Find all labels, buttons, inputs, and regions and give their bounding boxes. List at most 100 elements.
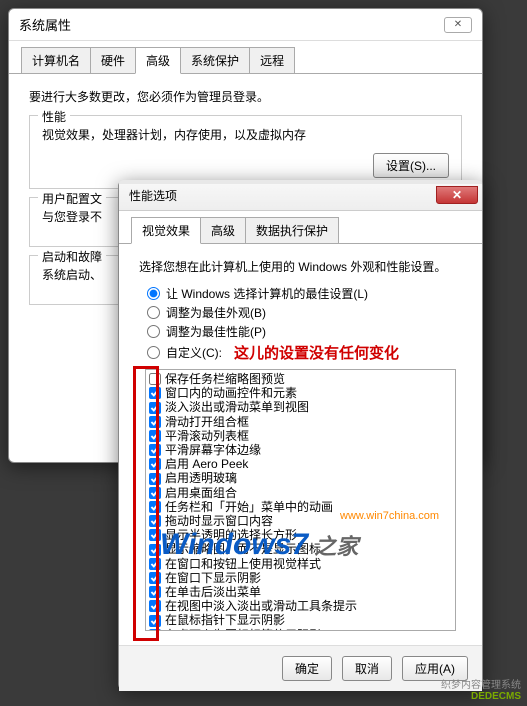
check-label-10: 拖动时显示窗口内容: [165, 514, 273, 528]
performance-options-window: 性能选项 ✕ 视觉效果高级数据执行保护 选择您想在此计算机上使用的 Window…: [118, 180, 483, 690]
checkbox-11[interactable]: [149, 529, 161, 541]
checkbox-14[interactable]: [149, 572, 161, 584]
check-row-17: 在鼠标指针下显示阴影: [149, 613, 452, 627]
check-row-13: 在窗口和按钮上使用视觉样式: [149, 557, 452, 571]
tabs: 视觉效果高级数据执行保护: [119, 211, 482, 244]
radio-row-2: 调整为最佳性能(P): [147, 323, 462, 340]
check-row-1: 窗口内的动画控件和元素: [149, 386, 452, 400]
check-label-7: 启用透明玻璃: [165, 471, 237, 485]
check-row-5: 平滑屏幕字体边缘: [149, 443, 452, 457]
check-label-18: 在桌面上为图标标签使用阴影: [165, 628, 321, 631]
ok-button[interactable]: 确定: [282, 656, 332, 681]
radio-0[interactable]: [147, 287, 160, 300]
window-title: 系统属性: [19, 15, 71, 34]
radio-1[interactable]: [147, 306, 160, 319]
intro-text: 要进行大多数更改，您必须作为管理员登录。: [29, 88, 462, 105]
tab-2[interactable]: 高级: [135, 47, 181, 74]
checkbox-5[interactable]: [149, 444, 161, 456]
check-row-18: 在桌面上为图标标签使用阴影: [149, 628, 452, 631]
check-label-3: 滑动打开组合框: [165, 415, 249, 429]
check-label-9: 任务栏和「开始」菜单中的动画: [165, 500, 333, 514]
titlebar: 系统属性 ✕: [9, 9, 482, 41]
tab-0[interactable]: 视觉效果: [131, 217, 201, 244]
check-label-17: 在鼠标指针下显示阴影: [165, 613, 285, 627]
tab-4[interactable]: 远程: [249, 47, 295, 73]
radio-3[interactable]: [147, 346, 160, 359]
check-row-2: 淡入淡出或滑动菜单到视图: [149, 400, 452, 414]
check-label-8: 启用桌面组合: [165, 486, 237, 500]
check-row-16: 在视图中淡入淡出或滑动工具条提示: [149, 599, 452, 613]
checkbox-1[interactable]: [149, 387, 161, 399]
tab-3[interactable]: 系统保护: [180, 47, 250, 73]
cancel-button[interactable]: 取消: [342, 656, 392, 681]
footer-watermark: 织梦内容管理系统 DEDECMS: [441, 676, 521, 702]
check-label-15: 在单击后淡出菜单: [165, 585, 261, 599]
check-row-7: 启用透明玻璃: [149, 471, 452, 485]
checkbox-6[interactable]: [149, 458, 161, 470]
checkbox-0[interactable]: [149, 373, 161, 385]
radio-row-1: 调整为最佳外观(B): [147, 304, 462, 321]
titlebar: 性能选项 ✕: [119, 184, 482, 211]
checkbox-16[interactable]: [149, 600, 161, 612]
checkbox-4[interactable]: [149, 430, 161, 442]
check-row-8: 启用桌面组合: [149, 486, 452, 500]
check-label-12: 显示缩略图，而不是显示图标: [165, 542, 321, 556]
checkbox-10[interactable]: [149, 515, 161, 527]
performance-group: 性能 视觉效果，处理器计划，内存使用，以及虚拟内存 设置(S)...: [29, 115, 462, 189]
check-row-14: 在窗口下显示阴影: [149, 571, 452, 585]
check-row-15: 在单击后淡出菜单: [149, 585, 452, 599]
tab-content: 选择您想在此计算机上使用的 Windows 外观和性能设置。 让 Windows…: [119, 244, 482, 645]
checkbox-18[interactable]: [149, 629, 161, 631]
group-title: 启动和故障: [38, 248, 106, 265]
checkbox-13[interactable]: [149, 558, 161, 570]
check-label-1: 窗口内的动画控件和元素: [165, 386, 297, 400]
visual-effects-list[interactable]: 保存任务栏缩略图预览窗口内的动画控件和元素淡入淡出或滑动菜单到视图滑动打开组合框…: [145, 369, 456, 631]
check-row-10: 拖动时显示窗口内容: [149, 514, 452, 528]
group-title: 用户配置文: [38, 190, 106, 207]
checkbox-12[interactable]: [149, 544, 161, 556]
annotation-text: 这儿的设置没有任何变化: [234, 342, 399, 363]
close-button[interactable]: ✕: [436, 186, 478, 204]
check-label-13: 在窗口和按钮上使用视觉样式: [165, 557, 321, 571]
close-button[interactable]: ✕: [444, 17, 472, 33]
check-label-0: 保存任务栏缩略图预览: [165, 372, 285, 386]
group-title: 性能: [38, 108, 70, 125]
check-row-3: 滑动打开组合框: [149, 415, 452, 429]
radio-label-1[interactable]: 调整为最佳外观(B): [166, 304, 266, 321]
radio-label-3[interactable]: 自定义(C):: [166, 344, 222, 361]
check-label-14: 在窗口下显示阴影: [165, 571, 261, 585]
check-label-4: 平滑滚动列表框: [165, 429, 249, 443]
checkbox-3[interactable]: [149, 416, 161, 428]
radio-row-0: 让 Windows 选择计算机的最佳设置(L): [147, 285, 462, 302]
perf-desc: 视觉效果，处理器计划，内存使用，以及虚拟内存: [42, 126, 449, 143]
radio-2[interactable]: [147, 325, 160, 338]
check-row-6: 启用 Aero Peek: [149, 457, 452, 471]
tab-2[interactable]: 数据执行保护: [245, 217, 339, 243]
check-label-11: 显示半透明的选择长方形: [165, 528, 297, 542]
tab-0[interactable]: 计算机名: [21, 47, 91, 73]
check-row-0: 保存任务栏缩略图预览: [149, 372, 452, 386]
intro-text: 选择您想在此计算机上使用的 Windows 外观和性能设置。: [139, 258, 462, 275]
window-title: 性能选项: [129, 187, 177, 204]
radio-group: 让 Windows 选择计算机的最佳设置(L) 调整为最佳外观(B) 调整为最佳性能…: [147, 285, 462, 363]
tabs: 计算机名硬件高级系统保护远程: [9, 41, 482, 74]
checkbox-9[interactable]: [149, 501, 161, 513]
check-row-9: 任务栏和「开始」菜单中的动画: [149, 500, 452, 514]
tab-1[interactable]: 高级: [200, 217, 246, 243]
checkbox-15[interactable]: [149, 586, 161, 598]
checkbox-7[interactable]: [149, 473, 161, 485]
check-row-4: 平滑滚动列表框: [149, 429, 452, 443]
check-label-16: 在视图中淡入淡出或滑动工具条提示: [165, 599, 357, 613]
settings-button[interactable]: 设置(S)...: [373, 153, 449, 178]
radio-label-0[interactable]: 让 Windows 选择计算机的最佳设置(L): [166, 285, 368, 302]
radio-row-3: 自定义(C): 这儿的设置没有任何变化: [147, 342, 462, 363]
check-row-11: 显示半透明的选择长方形: [149, 528, 452, 542]
check-row-12: 显示缩略图，而不是显示图标: [149, 542, 452, 556]
checkbox-17[interactable]: [149, 615, 161, 627]
tab-1[interactable]: 硬件: [90, 47, 136, 73]
check-label-2: 淡入淡出或滑动菜单到视图: [165, 400, 309, 414]
check-label-5: 平滑屏幕字体边缘: [165, 443, 261, 457]
checkbox-8[interactable]: [149, 487, 161, 499]
radio-label-2[interactable]: 调整为最佳性能(P): [166, 323, 266, 340]
checkbox-2[interactable]: [149, 402, 161, 414]
